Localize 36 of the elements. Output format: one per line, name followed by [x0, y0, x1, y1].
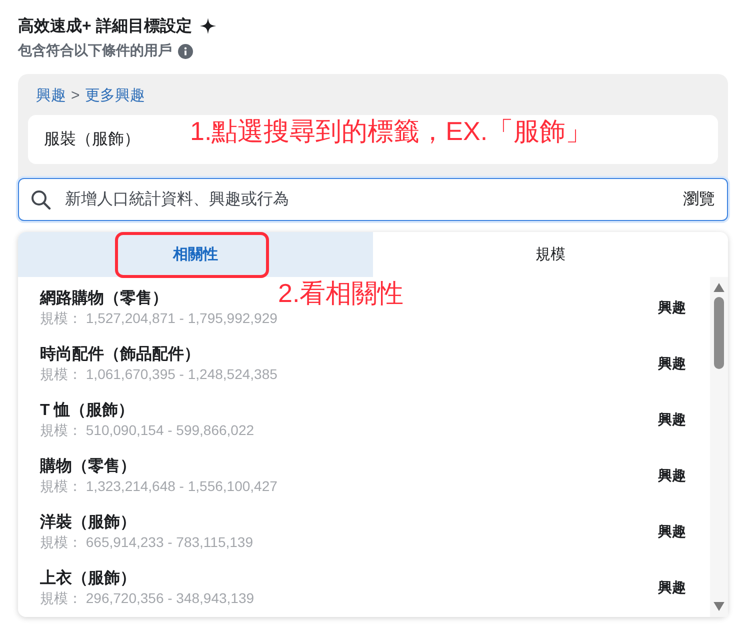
audience-size: 規模： 1,527,204,871 - 1,795,992,929 — [40, 310, 278, 328]
audience-size: 規模： 296,720,356 - 348,943,139 — [40, 590, 254, 608]
result-name[interactable]: 網路購物（零售） — [40, 288, 168, 309]
scrollbar-thumb[interactable] — [714, 297, 724, 369]
audience-size: 規模： 1,061,670,395 - 1,248,524,385 — [40, 366, 278, 384]
sort-tab[interactable]: 相關性 — [18, 232, 373, 277]
audience-size: 規模： 665,914,233 - 783,115,139 — [40, 534, 254, 552]
result-type: 興趣 — [658, 411, 686, 429]
result-name[interactable]: 洋裝（服飾） — [40, 512, 136, 533]
result-name[interactable]: 時尚配件（飾品配件） — [40, 344, 200, 365]
scroll-down-icon[interactable] — [713, 602, 725, 611]
audience-size: 規模： 510,090,154 - 599,866,022 — [40, 422, 254, 440]
search-field[interactable]: 新增人口統計資料、興趣或行為 瀏覽 — [18, 178, 728, 221]
audience-size: 規模： 1,323,214,648 - 1,556,100,427 — [40, 478, 278, 496]
browse-link[interactable]: 瀏覽 — [683, 189, 715, 210]
scroll-up-icon[interactable] — [713, 283, 725, 292]
result-type: 興趣 — [658, 467, 686, 485]
search-icon — [31, 190, 51, 210]
result-name[interactable]: T 恤（服飾） — [40, 400, 134, 421]
result-name[interactable]: 上衣（服飾） — [40, 568, 136, 589]
sparkle-icon — [200, 18, 216, 34]
result-type: 興趣 — [658, 355, 686, 373]
section-subtitle: 包含符合以下條件的用戶 — [18, 42, 172, 60]
result-type: 興趣 — [658, 579, 686, 597]
annotation-text: 2.看相關性 — [278, 278, 404, 308]
selected-tag[interactable]: 服裝（服飾） — [44, 129, 140, 150]
result-type: 興趣 — [658, 523, 686, 541]
breadcrumb-separator: > — [71, 86, 80, 104]
info-icon[interactable] — [178, 44, 193, 58]
result-type: 興趣 — [658, 299, 686, 317]
section-title: 高效速成+ 詳細目標設定 — [18, 16, 192, 36]
annotation-text: 1.點選搜尋到的標籤，EX.「服飾」 — [190, 115, 592, 148]
breadcrumb-link[interactable]: 興趣 — [36, 86, 66, 104]
result-name[interactable]: 購物（零售） — [40, 456, 136, 477]
sort-tab[interactable]: 規模 — [373, 232, 728, 277]
breadcrumb-link[interactable]: 更多興趣 — [84, 86, 145, 104]
